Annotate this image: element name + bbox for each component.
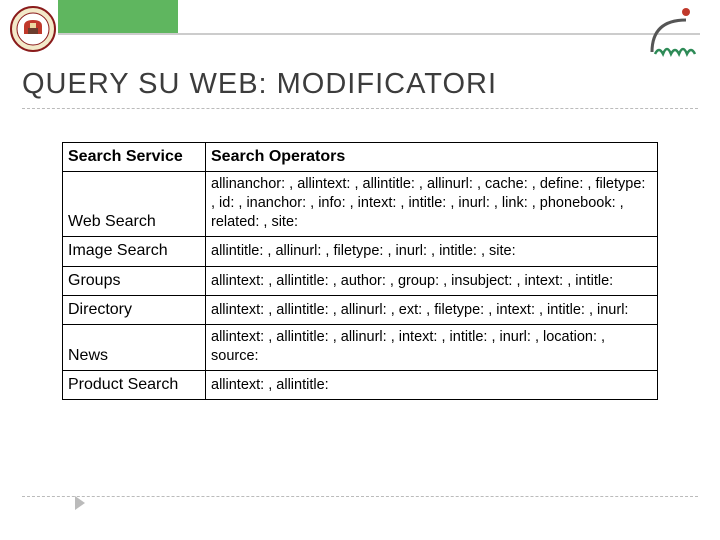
operators-table: Search Service Search Operators Web Sear…: [62, 142, 658, 400]
table-row: Groups allintext: , allintitle: , author…: [63, 266, 658, 295]
title-underline: [22, 108, 698, 109]
table-row: Directory allintext: , allintitle: , all…: [63, 295, 658, 324]
university-seal-icon: [10, 6, 56, 52]
slide-title: QUERY SU WEB: MODIFICATORI: [22, 68, 497, 101]
cell-service: Image Search: [63, 237, 206, 266]
cell-operators: allintext: , allintitle: , allinurl: , i…: [206, 324, 658, 370]
arrow-bullet-icon: [75, 496, 91, 510]
column-header-service: Search Service: [63, 143, 206, 172]
header-accent-bar: [58, 0, 178, 33]
cell-service: Directory: [63, 295, 206, 324]
table-row: News allintext: , allintitle: , allinurl…: [63, 324, 658, 370]
column-header-operators: Search Operators: [206, 143, 658, 172]
cell-service: News: [63, 324, 206, 370]
cell-operators: allintext: , allintitle: , author: , gro…: [206, 266, 658, 295]
department-logo-icon: [646, 6, 706, 58]
table-row: Image Search allintitle: , allinurl: , f…: [63, 237, 658, 266]
table-row: Product Search allintext: , allintitle:: [63, 371, 658, 400]
table-row: Web Search allinanchor: , allintext: , a…: [63, 172, 658, 237]
cell-service: Web Search: [63, 172, 206, 237]
cell-operators: allintitle: , allinurl: , filetype: , in…: [206, 237, 658, 266]
cell-service: Groups: [63, 266, 206, 295]
table-header-row: Search Service Search Operators: [63, 143, 658, 172]
cell-operators: allintext: , allintitle: , allinurl: , e…: [206, 295, 658, 324]
footer-rule: [22, 496, 698, 497]
cell-operators: allintext: , allintitle:: [206, 371, 658, 400]
cell-operators: allinanchor: , allintext: , allintitle: …: [206, 172, 658, 237]
cell-service: Product Search: [63, 371, 206, 400]
header-rule: [58, 33, 700, 35]
slide: QUERY SU WEB: MODIFICATORI Search Servic…: [0, 0, 720, 540]
